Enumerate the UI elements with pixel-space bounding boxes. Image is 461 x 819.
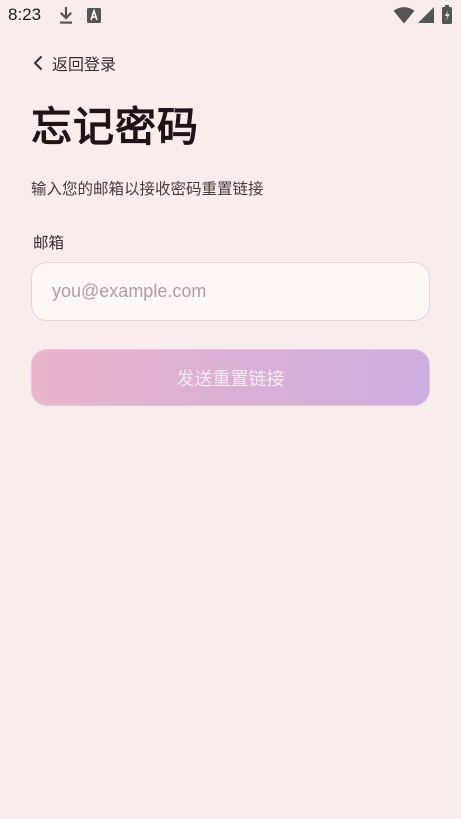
email-field[interactable] [31,262,430,321]
signal-icon [418,7,434,23]
font-badge-icon [87,8,101,23]
page-subtitle: 输入您的邮箱以接收密码重置链接 [31,180,264,198]
status-time: 8:23 [8,5,42,24]
send-reset-link-button[interactable]: 发送重置链接 [31,349,430,406]
page-title: 忘记密码 [31,103,199,151]
back-label: 返回登录 [52,55,117,74]
wifi-icon [393,7,415,24]
email-label: 邮箱 [33,234,65,252]
chevron-left-icon [34,56,42,70]
status-bar: 8:23 [0,0,461,32]
back-to-login-link[interactable]: 返回登录 [32,50,116,76]
download-icon [59,7,73,24]
battery-icon [442,5,452,24]
